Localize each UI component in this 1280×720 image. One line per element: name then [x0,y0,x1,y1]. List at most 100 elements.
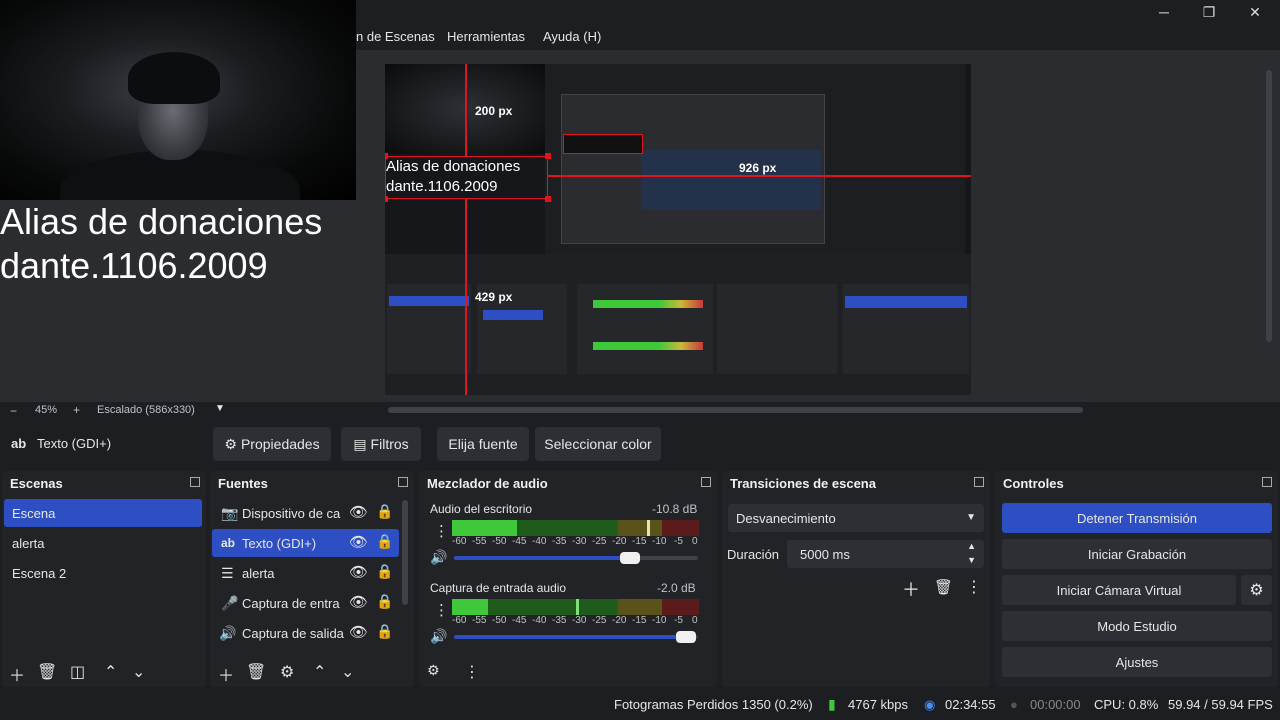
chevron-up-icon[interactable]: ▲ [967,541,976,551]
more-options-icon[interactable]: ⋮ [434,601,449,619]
preview-horizontal-scrollbar[interactable] [388,407,1083,413]
more-options-icon[interactable]: ⋮ [966,577,982,597]
scene-filters-icon[interactable]: ◫ [70,662,85,682]
scale-dropdown-icon[interactable]: ▼ [215,403,225,414]
mixer-title: Mezclador de audio [427,476,548,491]
eye-icon[interactable]: 👁 [349,533,368,551]
stop-stream-button[interactable]: Detener Transmisión [1002,503,1272,533]
remove-source-icon[interactable]: 🗑 [246,662,266,682]
choose-font-button[interactable]: Elija fuente [437,427,529,461]
resize-handle[interactable] [385,153,388,159]
duration-spinbox[interactable]: 5000 ms ▲ ▼ [787,540,984,568]
source-properties-icon[interactable]: ⚙ [280,662,294,682]
scene-item[interactable]: alerta [4,529,202,557]
float-dock-icon[interactable] [701,477,711,487]
float-dock-icon[interactable] [974,477,984,487]
resize-handle[interactable] [545,153,551,159]
transition-select[interactable]: Desvanecimiento ▼ [728,504,984,532]
menu-help[interactable]: Ayuda (H) [543,29,601,44]
lock-icon[interactable]: 🔒 [376,593,393,610]
lock-icon[interactable]: 🔒 [376,623,393,640]
source-item[interactable]: Captura de entra [242,596,340,611]
eye-icon[interactable]: 👁 [349,503,368,521]
move-up-icon[interactable]: ⌃ [313,662,326,682]
source-item[interactable]: Texto (GDI+) [242,536,316,551]
eye-icon[interactable]: 👁 [349,563,368,581]
zoom-in-button[interactable]: + [73,403,80,417]
add-source-icon[interactable]: ＋ [218,662,234,686]
overlay-text-line1: Alias de donaciones [0,201,323,242]
sources-scrollbar[interactable] [402,500,408,605]
scenes-title: Escenas [10,476,63,491]
overlay-text: Alias de donaciones dante.1106.2009 [0,200,380,288]
speaker-icon[interactable]: 🔊 [430,549,447,566]
preview-vertical-scrollbar[interactable] [1266,70,1272,342]
source-item[interactable]: Dispositivo de ca [242,506,340,521]
controls-title: Controles [1003,476,1064,491]
lock-icon[interactable]: 🔒 [376,563,393,580]
filter-icon: ▤ [353,435,367,452]
lock-icon[interactable]: 🔒 [376,503,393,520]
move-down-icon[interactable]: ⌄ [341,662,354,682]
maximize-button[interactable]: ❐ [1186,0,1232,24]
record-time: 00:00:00 [1030,697,1081,712]
stream-time: 02:34:55 [945,697,996,712]
more-options-icon[interactable]: ⋮ [434,522,449,540]
move-up-icon[interactable]: ⌃ [104,662,117,682]
start-virtual-camera-button[interactable]: Iniciar Cámara Virtual [1002,575,1236,605]
minimize-button[interactable]: ─ [1141,0,1187,24]
cpu-usage: CPU: 0.8% [1094,697,1159,712]
add-transition-icon[interactable]: ＋ [902,576,920,602]
chevron-down-icon: ▼ [966,512,976,523]
start-recording-button[interactable]: Iniciar Grabación [1002,539,1272,569]
advanced-audio-icon[interactable]: ⚙ [427,662,440,679]
camera-icon: 📷 [221,505,239,521]
stream-icon: ◉ [924,697,936,712]
volume-handle[interactable] [620,552,640,564]
preview-text-line2: dante.1106.2009 [386,178,498,195]
properties-button[interactable]: ⚙ Propiedades [213,427,331,461]
resize-handle[interactable] [385,196,388,202]
more-options-icon[interactable]: ⋮ [464,662,480,682]
preview-selected-source[interactable]: Alias de donaciones dante.1106.2009 [385,156,548,199]
preview-canvas[interactable]: 200 px 926 px 429 px Alias de donaciones… [385,64,971,395]
lock-icon[interactable]: 🔒 [376,533,393,550]
scene-item[interactable]: Escena [4,499,202,527]
float-dock-icon[interactable] [190,477,200,487]
chevron-down-icon[interactable]: ▼ [967,555,976,565]
menu-tools[interactable]: Herramientas [447,29,525,44]
text-source-icon: ab [221,536,236,550]
scene-item[interactable]: Escena 2 [4,559,202,587]
move-down-icon[interactable]: ⌄ [132,662,145,682]
float-dock-icon[interactable] [398,477,408,487]
menu-scene-collection[interactable]: n de Escenas [356,29,435,44]
fps: 59.94 / 59.94 FPS [1168,697,1273,712]
source-item[interactable]: alerta [242,566,275,581]
zoom-out-button[interactable]: − [10,404,17,418]
channel-name: Captura de entrada audio [430,581,567,595]
remove-scene-icon[interactable]: 🗑 [37,662,57,682]
eye-icon[interactable]: 👁 [349,623,368,641]
float-dock-icon[interactable] [1262,477,1272,487]
volume-fill [454,556,630,560]
preview-nested-window [545,64,965,254]
guide-top-line [465,64,467,156]
add-scene-icon[interactable]: ＋ [9,662,25,686]
select-color-button[interactable]: Seleccionar color [535,427,661,461]
settings-button[interactable]: Ajustes [1002,647,1272,677]
record-icon: ● [1010,697,1018,712]
scenes-dock: Escenas Escena alerta Escena 2 [2,471,206,687]
virtual-camera-settings-button[interactable]: ⚙ [1241,575,1272,605]
microphone-icon: 🎤 [221,595,239,611]
volume-handle[interactable] [676,631,696,643]
resize-handle[interactable] [545,196,551,202]
studio-mode-button[interactable]: Modo Estudio [1002,611,1272,641]
filters-button[interactable]: ▤ Filtros [341,427,421,461]
speaker-icon[interactable]: 🔊 [430,628,447,645]
source-item[interactable]: Captura de salida [242,626,344,641]
remove-transition-icon[interactable]: 🗑 [934,578,953,596]
channel-db: -10.8 dB [652,502,698,516]
eye-icon[interactable]: 👁 [349,593,368,611]
close-button[interactable]: ✕ [1232,0,1278,24]
text-source-icon: ab [11,436,27,451]
